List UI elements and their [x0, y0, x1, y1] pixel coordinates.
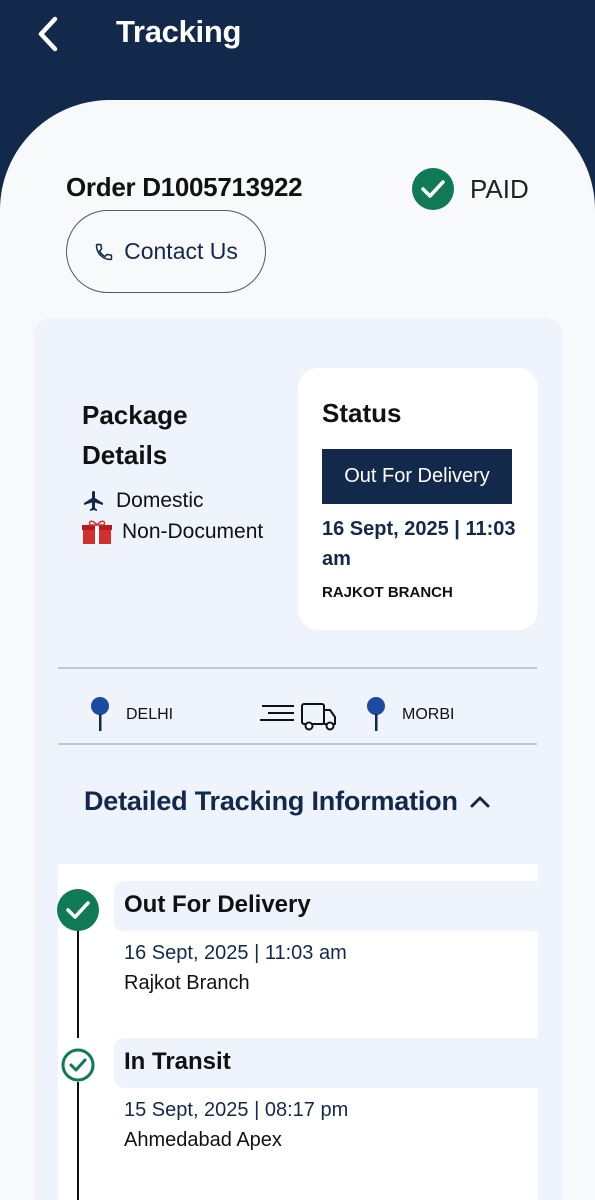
check-circle-icon [57, 889, 99, 931]
map-pin-icon [91, 697, 109, 731]
status-title: Status [322, 398, 402, 428]
chevron-up-icon [470, 796, 490, 807]
status-card: Status Out For Delivery 16 Sept, 2025 | … [298, 368, 538, 630]
phone-icon [95, 243, 113, 260]
timeline-event-header: In Transit [114, 1038, 538, 1088]
chevron-left-icon [38, 16, 58, 52]
detailed-tracking-toggle[interactable]: Detailed Tracking Information [84, 786, 492, 817]
back-button[interactable] [28, 14, 68, 54]
package-content-label: Non-Document [122, 520, 264, 543]
route-divider-top [58, 667, 537, 669]
payment-status-label: PAID [470, 173, 529, 204]
package-type-label: Domestic [116, 489, 204, 512]
check-circle-icon [412, 168, 454, 210]
package-content-row: Non-Document [82, 519, 263, 545]
order-number: Order D1005713922 [66, 172, 303, 202]
gift-box-icon [82, 520, 112, 544]
status-badge: Out For Delivery [322, 449, 512, 504]
detailed-tracking-title: Detailed Tracking Information [84, 786, 458, 816]
status-datetime: 16 Sept, 2025 | 11:03 am [322, 518, 516, 570]
timeline-event-header: Out For Delivery [114, 881, 538, 931]
package-details-title: Package Details [82, 400, 188, 470]
payment-status: PAID [412, 168, 529, 210]
contact-us-label: Contact Us [124, 238, 238, 264]
timeline-event-location: Rajkot Branch [124, 972, 250, 994]
map-pin-icon [367, 697, 385, 731]
timeline-event-datetime: 15 Sept, 2025 | 08:17 pm [124, 1099, 349, 1121]
status-branch: RAJKOT BRANCH [322, 584, 453, 601]
airplane-icon [84, 491, 103, 511]
route-divider-bottom [58, 743, 537, 745]
timeline-event-location: Ahmedabad Apex [124, 1129, 282, 1151]
timeline-event-datetime: 16 Sept, 2025 | 11:03 am [124, 942, 347, 964]
timeline-connector [77, 930, 79, 1038]
route-origin: DELHI [126, 706, 174, 723]
timeline-event-title: Out For Delivery [124, 891, 311, 918]
route-destination: MORBI [402, 706, 455, 723]
contact-us-button[interactable]: Contact Us [66, 210, 266, 293]
delivery-truck-icon [260, 703, 336, 731]
timeline-event-title: In Transit [124, 1048, 231, 1075]
package-type-row: Domestic [82, 489, 204, 513]
check-circle-outline-icon [61, 1048, 95, 1082]
timeline-connector [77, 1082, 79, 1200]
page-title: Tracking [116, 14, 242, 49]
